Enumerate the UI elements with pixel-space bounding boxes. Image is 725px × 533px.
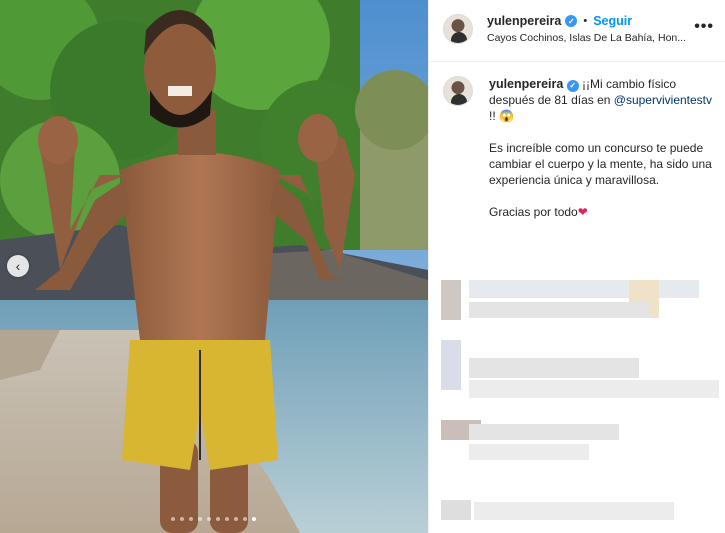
caption-text: yulenpereira ✓ ¡¡Mi cambio físico despué… (489, 76, 719, 236)
caption-paragraph-3: Gracias por todo (489, 205, 578, 219)
carousel-dot (225, 517, 229, 521)
verified-badge-icon: ✓ (566, 80, 579, 92)
header-user-row: yulenpereira ✓ • Seguir (487, 14, 632, 28)
heart-icon: ❤ (577, 205, 588, 219)
post-photo (0, 0, 428, 533)
carousel-dot (207, 517, 211, 521)
carousel-dot-active (252, 517, 256, 521)
mention-link[interactable]: @supervivientestv (614, 93, 712, 107)
more-options-icon[interactable]: ••• (694, 18, 714, 36)
follow-button[interactable]: Seguir (593, 14, 632, 28)
separator-dot: • (583, 15, 588, 27)
caption-avatar[interactable] (443, 76, 473, 106)
post-sidebar: yulenpereira ✓ • Seguir Cayos Cochinos, … (428, 0, 725, 533)
carousel-prev-button[interactable]: ‹ (7, 255, 29, 277)
carousel-dot (180, 517, 184, 521)
carousel-dot (198, 517, 202, 521)
chevron-left-icon: ‹ (15, 258, 21, 274)
carousel-indicator (171, 517, 256, 521)
avatar[interactable] (443, 14, 473, 44)
verified-badge-icon: ✓ (565, 15, 578, 27)
post-media[interactable]: ‹ (0, 0, 428, 533)
carousel-dot (243, 517, 247, 521)
caption-paragraph-2: Es increíble como un concurso te puede c… (489, 141, 712, 187)
carousel-dot (234, 517, 238, 521)
caption-username[interactable]: yulenpereira (489, 77, 563, 91)
carousel-dot (171, 517, 175, 521)
blurred-comments (429, 240, 725, 533)
carousel-dot (189, 517, 193, 521)
caption-line1-end: !! 😱 (489, 109, 514, 123)
location-link[interactable]: Cayos Cochinos, Islas De La Bahía, Hon..… (487, 32, 686, 44)
header-username[interactable]: yulenpereira (487, 14, 561, 28)
post-header: yulenpereira ✓ • Seguir Cayos Cochinos, … (429, 0, 725, 62)
carousel-dot (216, 517, 220, 521)
